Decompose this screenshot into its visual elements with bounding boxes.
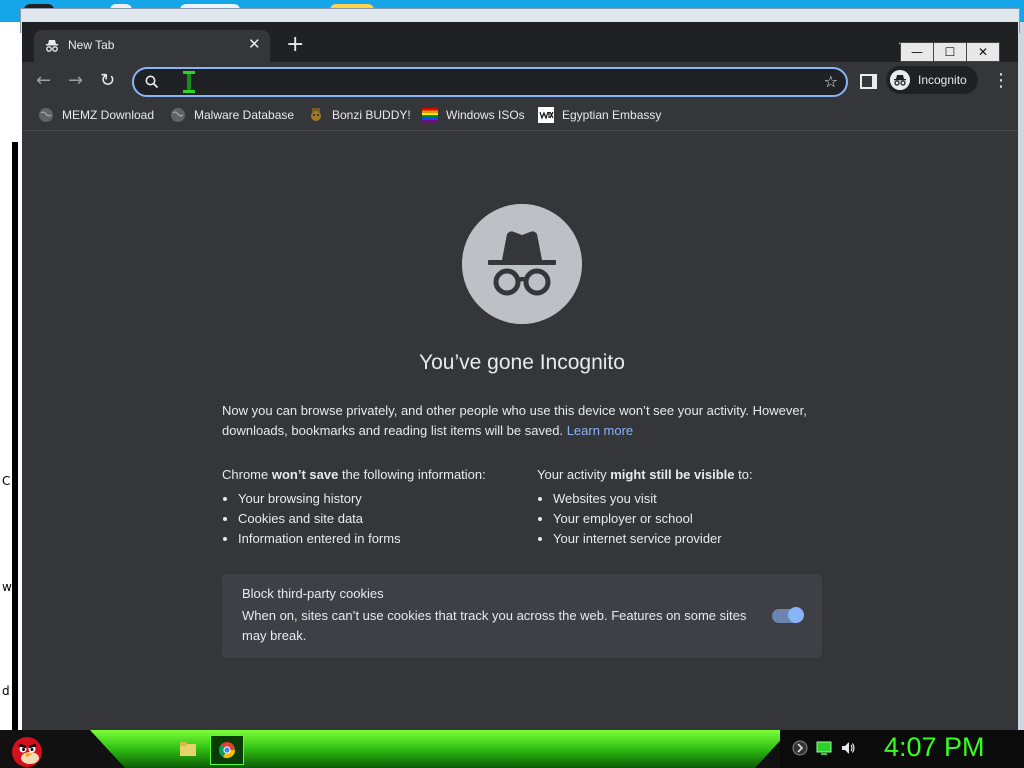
incognito-icon (890, 70, 910, 90)
still-visible-list: Websites you visit Your employer or scho… (537, 489, 837, 549)
still-visible-column: Your activity might still be visible to:… (537, 465, 837, 549)
tab-strip: New Tab ✕ + ⌄ (22, 22, 1018, 62)
taskbar-file-manager[interactable] (172, 735, 204, 763)
list-item: Your employer or school (553, 509, 837, 529)
intro-text: Now you can browse privately, and other … (222, 403, 807, 438)
forward-button[interactable]: → (68, 70, 83, 91)
desktop-letter: C (2, 474, 11, 488)
desktop-left-edge: C w d (0, 22, 22, 752)
bookmark-star-icon[interactable]: ☆ (824, 72, 838, 91)
taskbar: 4:07 PM (0, 730, 1024, 768)
bookmark-label: MEMZ Download (62, 108, 155, 122)
globe-icon (39, 108, 53, 122)
still-visible-heading-post: to: (734, 467, 753, 482)
toolbar: ← → ↻ ☆ Incognito ⋮ (22, 62, 1018, 100)
bookmark-label: Bonzi BUDDY! (332, 108, 411, 122)
window-controls: — ☐ ✕ (900, 42, 1000, 62)
wont-save-heading-pre: Chrome (222, 467, 272, 482)
incognito-page: You’ve gone Incognito Now you can browse… (22, 131, 1018, 730)
text-cursor-icon (183, 71, 195, 93)
list-item: Websites you visit (553, 489, 837, 509)
tab-new-tab[interactable]: New Tab ✕ (34, 30, 270, 62)
bookmark-memz-download[interactable]: MEMZ Download (38, 106, 154, 124)
browser-window: New Tab ✕ + ⌄ — ☐ ✕ ← → ↻ ☆ (22, 22, 1018, 730)
profile-button[interactable]: Incognito (886, 66, 978, 94)
bookmark-bonzi-buddy[interactable]: Bonzi BUDDY! (308, 106, 411, 124)
back-button[interactable]: ← (36, 70, 51, 91)
wont-save-heading: Chrome won’t save the following informat… (222, 465, 522, 485)
globe-icon (171, 108, 185, 122)
cookie-toggle[interactable] (788, 607, 804, 623)
wont-save-heading-bold: won’t save (271, 467, 339, 482)
bookmark-malware-database[interactable]: Malware Database (170, 106, 294, 124)
list-item: Your internet service provider (553, 529, 837, 549)
page-title: You’ve gone Incognito (419, 351, 625, 374)
still-visible-heading-bold: might still be visible (610, 467, 735, 482)
cookie-description: When on, sites can’t use cookies that tr… (242, 608, 747, 643)
profile-label: Incognito (918, 73, 967, 87)
bookmarks-bar: MEMZ Download Malware Database Bonzi BUD… (22, 100, 1018, 131)
maximize-button[interactable]: ☐ (933, 42, 967, 62)
address-bar[interactable]: ☆ (132, 67, 848, 97)
rainbow-flag-icon (422, 108, 438, 123)
network-monitor-icon[interactable] (816, 740, 832, 756)
bonzi-icon (311, 108, 321, 121)
desktop-letter: d (2, 684, 10, 698)
incognito-tab-icon (46, 40, 58, 52)
list-item: Your browsing history (238, 489, 522, 509)
cookie-controls-card: Block third-party cookies When on, sites… (222, 574, 822, 658)
new-tab-button[interactable]: + (286, 34, 304, 56)
desktop-right-edge (1018, 22, 1024, 730)
close-window-button[interactable]: ✕ (966, 42, 1000, 62)
taskbar-clock[interactable]: 4:07 PM (884, 732, 985, 763)
search-icon (145, 75, 159, 89)
intro-paragraph: Now you can browse privately, and other … (222, 401, 822, 441)
list-item: Cookies and site data (238, 509, 522, 529)
learn-more-link[interactable]: Learn more (567, 423, 633, 438)
tray-app-icon[interactable] (792, 740, 808, 756)
bookmark-windows-isos[interactable]: Windows ISOs (422, 106, 525, 124)
wont-save-heading-post: the following information: (338, 467, 486, 482)
still-visible-heading-pre: Your activity (537, 467, 611, 482)
tab-close-icon[interactable]: ✕ (248, 35, 261, 53)
bookmark-egyptian-embassy[interactable]: Egyptian Embassy (538, 106, 661, 124)
taskbar-chrome[interactable] (210, 735, 244, 765)
wont-save-list: Your browsing history Cookies and site d… (222, 489, 522, 549)
bookmark-label: Egyptian Embassy (562, 108, 662, 122)
reload-button[interactable]: ↻ (100, 70, 115, 91)
cookie-title: Block third-party cookies (242, 586, 384, 601)
minimize-button[interactable]: — (900, 42, 934, 62)
bookmark-label: Windows ISOs (446, 108, 525, 122)
start-button-angry-bird-icon[interactable] (6, 730, 46, 768)
chrome-icon (218, 742, 236, 759)
wix-icon (538, 107, 554, 123)
desktop-letter: w (2, 580, 12, 594)
side-panel-icon[interactable] (860, 74, 877, 89)
tab-title: New Tab (68, 38, 115, 52)
folder-icon (180, 742, 196, 756)
volume-icon[interactable] (840, 740, 856, 756)
incognito-hero-icon (462, 204, 582, 324)
list-item: Information entered in forms (238, 529, 522, 549)
still-visible-heading: Your activity might still be visible to: (537, 465, 837, 485)
wont-save-column: Chrome won’t save the following informat… (222, 465, 522, 549)
menu-icon[interactable]: ⋮ (992, 70, 1010, 91)
desktop-left-bar (12, 142, 18, 752)
bookmark-label: Malware Database (194, 108, 295, 122)
